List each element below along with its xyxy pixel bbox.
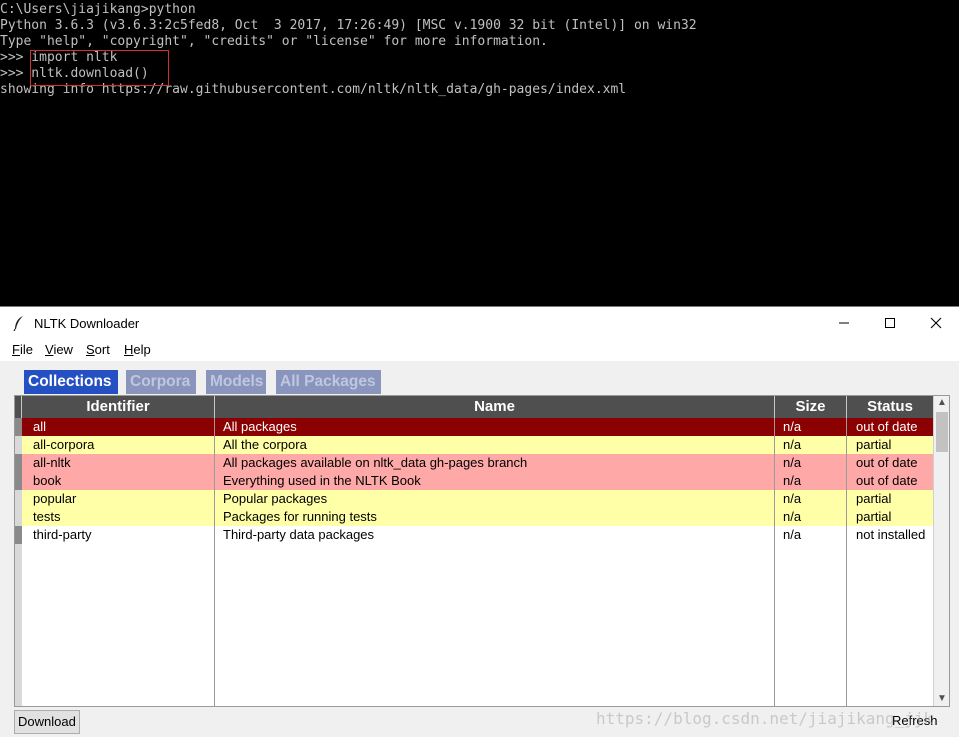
- cell-identifier: popular: [33, 491, 77, 506]
- cell-size: n/a: [783, 455, 802, 470]
- menu-bar: File View Sort Help: [0, 339, 959, 361]
- column-divider: [214, 418, 215, 706]
- cell-size: n/a: [783, 419, 802, 434]
- cell-status: out of date: [856, 419, 918, 434]
- cell-name: Third-party data packages: [223, 527, 375, 542]
- cell-identifier: all: [33, 419, 47, 434]
- window-title: NLTK Downloader: [34, 316, 140, 331]
- column-divider: [846, 418, 847, 706]
- maximize-icon[interactable]: [867, 307, 913, 339]
- package-table: Identifier Name Size Status all All packa…: [14, 395, 950, 707]
- cell-name: All the corpora: [223, 437, 307, 452]
- table-row[interactable]: tests Packages for running tests n/a partia…: [22, 508, 933, 526]
- download-button[interactable]: Download: [14, 710, 80, 734]
- column-header-name[interactable]: Name: [215, 396, 775, 418]
- table-row[interactable]: all-nltk All packages available on nltk_d…: [22, 454, 933, 472]
- menu-view[interactable]: View: [45, 342, 73, 357]
- tab-models[interactable]: Models: [206, 370, 266, 394]
- row-marker: [15, 526, 22, 544]
- menu-sort[interactable]: Sort: [86, 342, 110, 357]
- row-marker: [15, 472, 22, 490]
- scroll-up-icon[interactable]: ▲: [934, 396, 949, 410]
- scrollbar-thumb[interactable]: [936, 412, 948, 452]
- table-row[interactable]: book Everything used in the NLTK Book n/a o…: [22, 472, 933, 490]
- column-divider: [774, 418, 775, 706]
- column-header-identifier[interactable]: Identifier: [22, 396, 215, 418]
- cell-size: n/a: [783, 437, 802, 452]
- table-row[interactable]: third-party Third-party data packages n/a n…: [22, 526, 933, 544]
- console-line: Type "help", "copyright", "credits" or "…: [0, 34, 548, 49]
- menu-file[interactable]: File: [12, 342, 33, 357]
- tab-corpora[interactable]: Corpora: [126, 370, 196, 394]
- cell-identifier: all-corpora: [33, 437, 95, 452]
- cell-size: n/a: [783, 509, 802, 524]
- cell-size: n/a: [783, 491, 802, 506]
- cell-name: Everything used in the NLTK Book: [223, 473, 421, 488]
- table-header: Identifier Name Size Status: [15, 396, 933, 418]
- cell-identifier: third-party: [33, 527, 92, 542]
- cell-status: not installed: [856, 527, 926, 542]
- vertical-scrollbar[interactable]: ▲ ▼: [933, 396, 949, 706]
- header-gutter: [15, 396, 22, 418]
- tab-all-packages[interactable]: All Packages: [276, 370, 381, 394]
- table-row[interactable]: popular Popular packages n/a partial: [22, 490, 933, 508]
- cell-status: out of date: [856, 473, 918, 488]
- cell-status: partial: [856, 491, 892, 506]
- row-marker: [15, 454, 22, 472]
- cell-identifier: all-nltk: [33, 455, 71, 470]
- cell-status: partial: [856, 509, 892, 524]
- cell-name: All packages: [223, 419, 297, 434]
- feather-icon: [12, 315, 26, 332]
- title-bar[interactable]: NLTK Downloader: [0, 307, 959, 339]
- cell-status: partial: [856, 437, 892, 452]
- column-header-size[interactable]: Size: [775, 396, 847, 418]
- console-line: C:\Users\jiajikang>python: [0, 2, 196, 17]
- command-highlight-box: [30, 50, 169, 86]
- cell-size: n/a: [783, 473, 802, 488]
- nltk-downloader-window: NLTK Downloader File View Sort Help Coll…: [0, 306, 959, 737]
- cell-name: Popular packages: [223, 491, 328, 506]
- scroll-down-icon[interactable]: ▼: [934, 692, 949, 706]
- tab-collections[interactable]: Collections: [24, 370, 118, 394]
- console-line: Python 3.6.3 (v3.6.3:2c5fed8, Oct 3 2017…: [0, 18, 697, 33]
- cell-name: All packages available on nltk_data gh-p…: [223, 455, 528, 470]
- watermark: https://blog.csdn.net/jiajikang_jjk: [596, 709, 934, 728]
- menu-help[interactable]: Help: [124, 342, 151, 357]
- table-row[interactable]: all All packages n/a out of date: [22, 418, 933, 436]
- column-header-status[interactable]: Status: [847, 396, 933, 418]
- cell-status: out of date: [856, 455, 918, 470]
- cell-size: n/a: [783, 527, 802, 542]
- row-marker: [15, 418, 22, 436]
- table-row[interactable]: all-corpora All the corpora n/a partial: [22, 436, 933, 454]
- close-icon[interactable]: [913, 307, 959, 339]
- cell-name: Packages for running tests: [223, 509, 377, 524]
- minimize-icon[interactable]: [821, 307, 867, 339]
- console-window: C:\Users\jiajikang>python Python 3.6.3 (…: [0, 0, 959, 306]
- row-gutter: [15, 418, 22, 706]
- cell-identifier: book: [33, 473, 62, 488]
- cell-identifier: tests: [33, 509, 61, 524]
